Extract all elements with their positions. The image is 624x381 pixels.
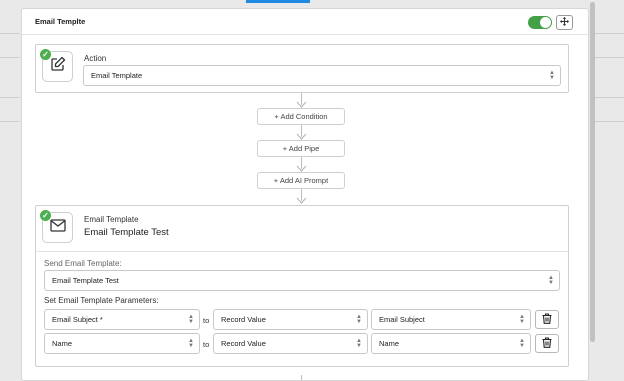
chevron-updown-icon: ▲ ▼ (549, 70, 555, 81)
move-icon (560, 17, 569, 28)
param-value: Email Subject * (52, 315, 103, 324)
field-value: Name (379, 339, 400, 348)
bg-divider (594, 33, 624, 34)
email-template-name: Email Template Test (84, 227, 169, 238)
check-icon: ✓ (40, 210, 51, 221)
bg-divider (0, 97, 20, 98)
check-icon: ✓ (40, 49, 51, 60)
bg-divider (0, 121, 20, 122)
to-label: to (203, 340, 210, 349)
panel-header: Email Templte (22, 9, 588, 35)
chevron-updown-icon: ▲ ▼ (519, 314, 525, 325)
add-condition-button[interactable]: + Add Condition (257, 108, 345, 125)
source-value: Record Value (221, 315, 266, 324)
send-template-select[interactable]: Email Template Test ▲ ▼ (44, 270, 560, 291)
params-label: Set Email Template Parameters: (44, 296, 159, 305)
param-select[interactable]: Name ▲ ▼ (44, 333, 200, 354)
email-template-panel: Email Templte ✓ Action Email Template ▲ ▼… (21, 8, 589, 381)
bg-divider (0, 57, 20, 58)
active-tab-indicator (246, 0, 310, 3)
chevron-updown-icon: ▲ ▼ (188, 338, 194, 349)
move-button[interactable] (556, 15, 573, 30)
action-select-value: Email Template (91, 71, 143, 80)
trash-icon (542, 311, 552, 329)
chevron-updown-icon: ▲ ▼ (548, 275, 554, 286)
delete-param-button[interactable] (535, 334, 559, 353)
send-template-value: Email Template Test (52, 276, 119, 285)
trash-icon (542, 335, 552, 353)
chevron-updown-icon: ▲ ▼ (356, 338, 362, 349)
panel-title: Email Templte (35, 17, 86, 26)
source-select[interactable]: Record Value ▲ ▼ (213, 333, 368, 354)
action-card: ✓ Action Email Template ▲ ▼ (35, 44, 569, 93)
action-label: Action (84, 54, 107, 63)
bg-divider (594, 121, 624, 122)
mail-icon (49, 218, 66, 237)
field-value: Email Subject (379, 315, 425, 324)
email-type-label: Email Template (84, 215, 139, 224)
card-divider (36, 251, 568, 252)
enable-toggle[interactable] (528, 16, 552, 29)
chevron-updown-icon: ▲ ▼ (356, 314, 362, 325)
action-select[interactable]: Email Template ▲ ▼ (83, 65, 561, 86)
connector-line (301, 375, 302, 380)
add-ai-prompt-button[interactable]: + Add AI Prompt (257, 172, 345, 189)
chevron-updown-icon: ▲ ▼ (519, 338, 525, 349)
delete-param-button[interactable] (535, 310, 559, 329)
add-pipe-button[interactable]: + Add Pipe (257, 140, 345, 157)
arrow-down-icon (296, 165, 307, 172)
field-select[interactable]: Name ▲ ▼ (371, 333, 531, 354)
arrow-down-icon (296, 133, 307, 140)
bg-divider (594, 57, 624, 58)
edit-icon (50, 56, 66, 77)
chevron-updown-icon: ▲ ▼ (188, 314, 194, 325)
param-value: Name (52, 339, 73, 348)
bg-divider (0, 33, 20, 34)
email-template-card: ✓ Email Template Email Template Test Sen… (35, 205, 569, 367)
param-select[interactable]: Email Subject * ▲ ▼ (44, 309, 200, 330)
field-select[interactable]: Email Subject ▲ ▼ (371, 309, 531, 330)
toggle-knob (540, 17, 551, 28)
source-value: Record Value (221, 339, 266, 348)
send-template-label: Send Email Template: (44, 259, 122, 268)
arrow-down-icon (296, 197, 307, 204)
arrow-down-icon (296, 101, 307, 108)
scrollbar[interactable] (590, 2, 595, 342)
bg-divider (594, 97, 624, 98)
to-label: to (203, 316, 210, 325)
source-select[interactable]: Record Value ▲ ▼ (213, 309, 368, 330)
